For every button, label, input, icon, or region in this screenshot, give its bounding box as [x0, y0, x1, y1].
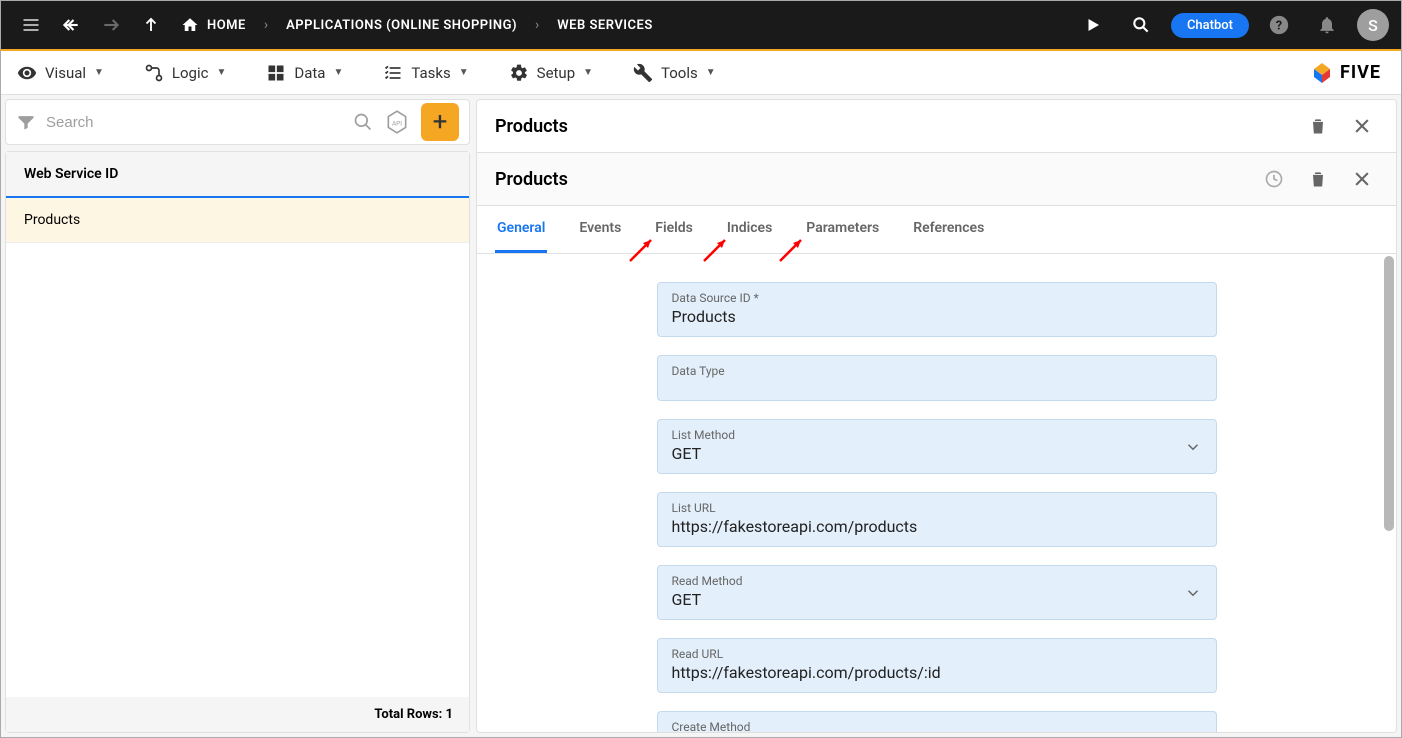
delete-icon[interactable]: [1302, 110, 1334, 142]
tab-parameters[interactable]: Parameters: [804, 206, 881, 253]
top-bar-right: Chatbot ? S: [1075, 7, 1389, 43]
list-card: Web Service ID Products Total Rows: 1: [5, 151, 470, 733]
field-list-url[interactable]: List URL https://fakestoreapi.com/produc…: [657, 492, 1217, 547]
breadcrumb-home[interactable]: HOME: [181, 16, 246, 34]
help-icon[interactable]: ?: [1261, 7, 1297, 43]
chevron-down-icon: [1184, 730, 1202, 733]
left-pane: API + Web Service ID Products Total Rows…: [5, 99, 470, 733]
breadcrumb: HOME › APPLICATIONS (ONLINE SHOPPING) › …: [181, 16, 653, 34]
menu-logic[interactable]: Logic▼: [144, 63, 226, 83]
breadcrumb-home-label: HOME: [207, 18, 246, 33]
tab-indices[interactable]: Indices: [725, 206, 774, 253]
search-row: API +: [5, 99, 470, 145]
menu-bar: Visual▼ Logic▼ Data▼ Tasks▼ Setup▼ Tools…: [1, 51, 1401, 95]
top-bar: HOME › APPLICATIONS (ONLINE SHOPPING) › …: [1, 1, 1401, 51]
dropdown-icon: ▼: [583, 67, 593, 78]
list-header: Web Service ID: [6, 152, 469, 198]
field-list-method[interactable]: List Method GET: [657, 419, 1217, 474]
right-pane: Products Products: [476, 99, 1397, 733]
chevron-down-icon: [1184, 438, 1202, 456]
dropdown-icon: ▼: [94, 67, 104, 78]
sub-title: Products: [495, 169, 568, 190]
bell-icon[interactable]: [1309, 7, 1345, 43]
breadcrumb-applications[interactable]: APPLICATIONS (ONLINE SHOPPING): [286, 18, 517, 33]
logo: FIVE: [1310, 61, 1381, 85]
field-data-type[interactable]: Data Type: [657, 355, 1217, 401]
form-area: Data Source ID * Products Data Type List…: [477, 254, 1396, 732]
tab-events[interactable]: Events: [577, 206, 623, 253]
main: API + Web Service ID Products Total Rows…: [1, 95, 1401, 737]
panel-header-sub: Products: [477, 152, 1396, 206]
avatar[interactable]: S: [1357, 9, 1389, 41]
field-create-method[interactable]: Create Method POST: [657, 711, 1217, 732]
tab-fields[interactable]: Fields: [653, 206, 695, 253]
dropdown-icon: ▼: [459, 67, 469, 78]
top-bar-left: HOME › APPLICATIONS (ONLINE SHOPPING) › …: [13, 7, 653, 43]
menu-icon[interactable]: [13, 7, 49, 43]
add-button[interactable]: +: [421, 103, 459, 141]
search-magnify-icon[interactable]: [1123, 7, 1159, 43]
menu-data[interactable]: Data▼: [266, 63, 343, 83]
search-input[interactable]: [46, 114, 343, 131]
field-read-url[interactable]: Read URL https://fakestoreapi.com/produc…: [657, 638, 1217, 693]
dropdown-icon: ▼: [706, 67, 716, 78]
chevron-down-icon: [1184, 584, 1202, 602]
tab-general[interactable]: General: [495, 206, 547, 253]
tabs: General Events Fields Indices Parameters…: [477, 206, 1396, 254]
scrollbar[interactable]: [1384, 256, 1394, 531]
field-read-method[interactable]: Read Method GET: [657, 565, 1217, 620]
field-data-source-id[interactable]: Data Source ID * Products: [657, 282, 1217, 337]
list-footer: Total Rows: 1: [6, 697, 469, 732]
svg-text:?: ?: [1276, 19, 1282, 34]
close-icon[interactable]: [1346, 110, 1378, 142]
dropdown-icon: ▼: [216, 67, 226, 78]
close-icon[interactable]: [1346, 163, 1378, 195]
menu-visual[interactable]: Visual▼: [17, 63, 104, 83]
back-icon[interactable]: [53, 7, 89, 43]
search-icon[interactable]: [353, 112, 373, 132]
dropdown-icon: ▼: [333, 67, 343, 78]
chevron-right-icon: ›: [256, 17, 276, 33]
history-icon[interactable]: [1258, 163, 1290, 195]
delete-icon[interactable]: [1302, 163, 1334, 195]
menu-setup[interactable]: Setup▼: [509, 63, 593, 83]
filter-icon[interactable]: [16, 112, 36, 132]
chatbot-button[interactable]: Chatbot: [1171, 13, 1249, 38]
chevron-right-icon: ›: [527, 17, 547, 33]
svg-text:API: API: [392, 119, 402, 127]
forward-icon: [93, 7, 129, 43]
api-icon[interactable]: API: [383, 108, 411, 136]
play-icon[interactable]: [1075, 7, 1111, 43]
list-item[interactable]: Products: [6, 198, 469, 243]
panel-header-top: Products: [477, 100, 1396, 152]
tab-references[interactable]: References: [911, 206, 986, 253]
menu-tools[interactable]: Tools▼: [633, 63, 716, 83]
page-title: Products: [495, 116, 568, 137]
breadcrumb-webservices[interactable]: WEB SERVICES: [557, 18, 653, 33]
up-icon[interactable]: [133, 7, 169, 43]
form-inner: Data Source ID * Products Data Type List…: [657, 282, 1217, 732]
menu-tasks[interactable]: Tasks▼: [383, 63, 468, 83]
